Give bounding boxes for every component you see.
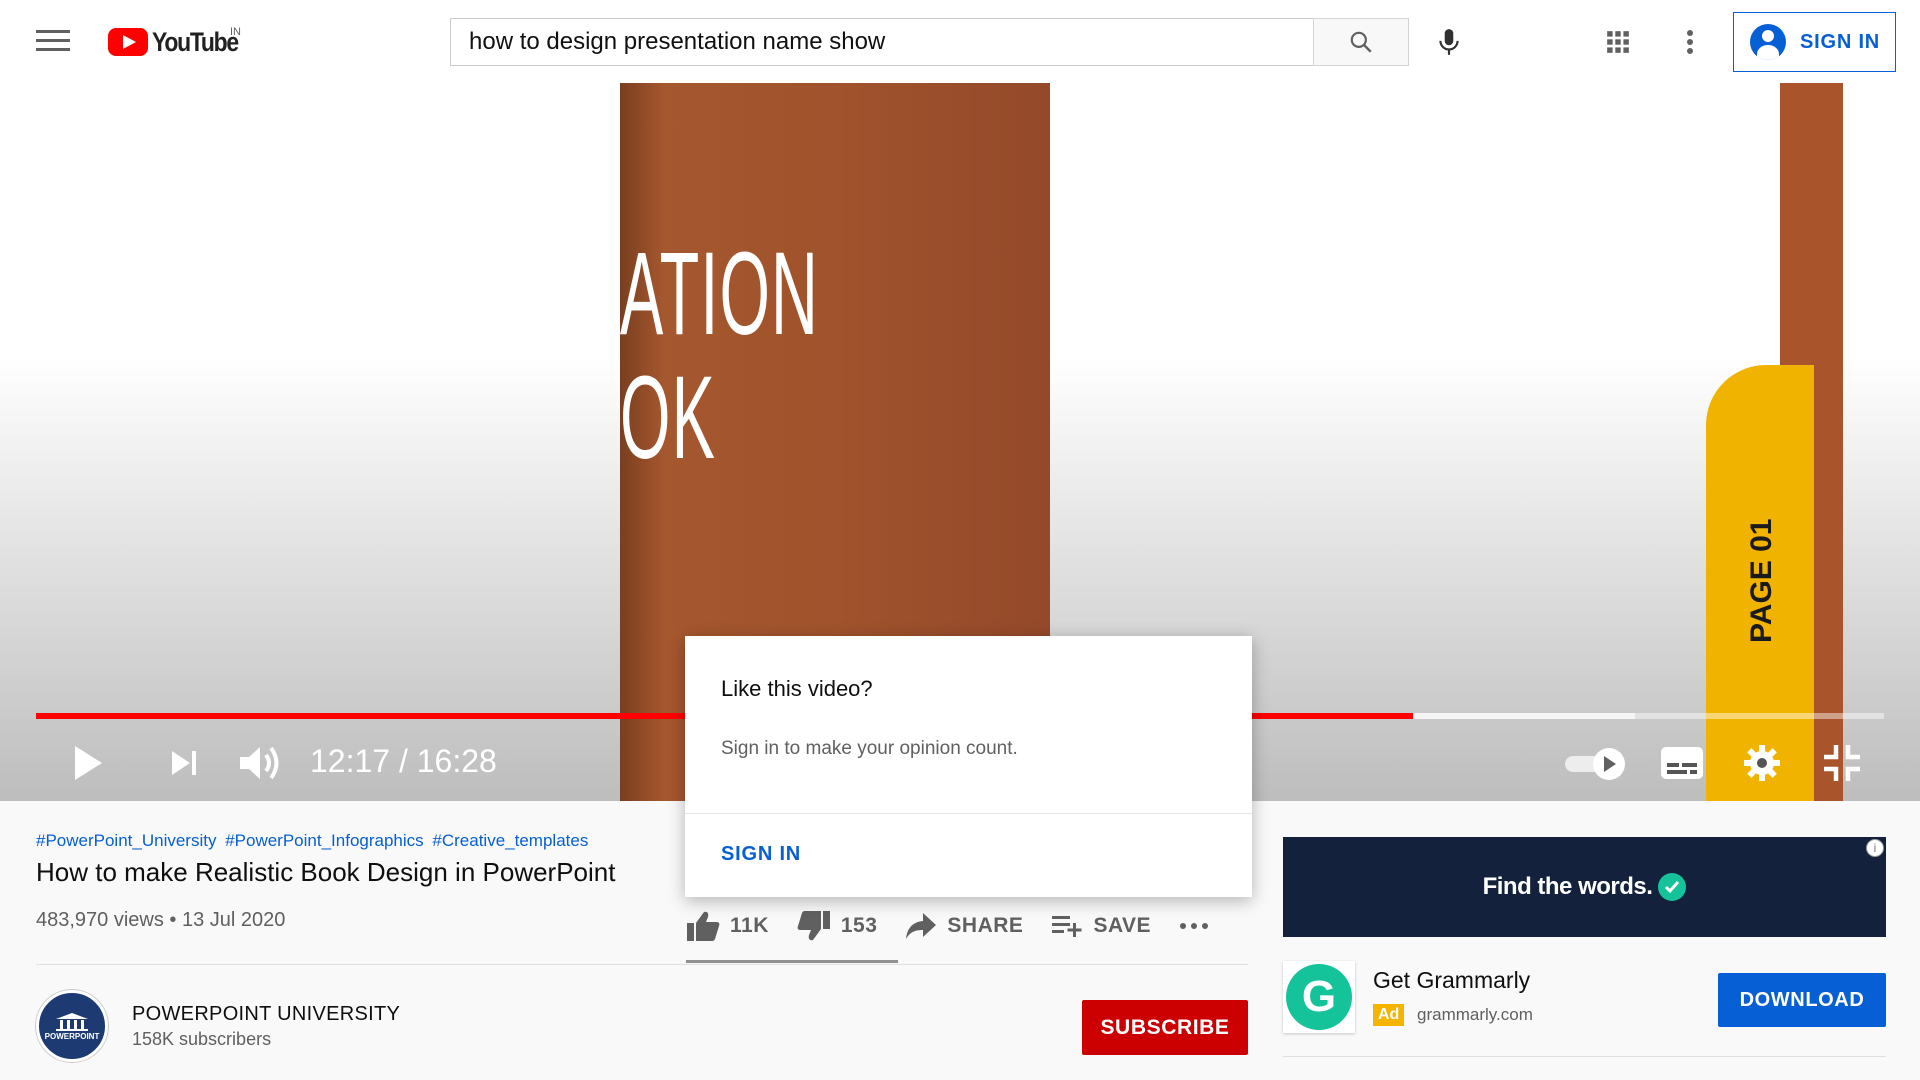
like-count: 11K [730,914,769,937]
exit-fullscreen-button[interactable] [1818,735,1866,791]
check-icon [1658,873,1687,901]
volume-icon [240,746,279,780]
video-meta: 483,970 views • 13 Jul 2020 [36,909,286,931]
header-signin-label: SIGN IN [1800,30,1881,53]
share-button[interactable]: SHARE [905,912,1023,940]
like-signin-popup: Like this video? Sign in to make your op… [685,636,1252,897]
sentiment-bar [686,960,898,963]
info-divider [36,964,1248,965]
popup-signin-button[interactable]: SIGN IN [721,843,801,866]
ad-banner[interactable]: Find the words. [1283,837,1886,937]
info-icon[interactable]: i [1866,839,1884,857]
popup-divider [685,813,1252,814]
download-button[interactable]: DOWNLOAD [1718,973,1886,1027]
thumb-up-icon [687,911,720,941]
save-label: SAVE [1093,914,1152,937]
video-frame-text-line1: ATION [620,228,819,360]
channel-avatar-text: POWERPOINT [44,1031,100,1041]
settings-button[interactable] [1738,735,1786,791]
logo-text: YouTube [152,26,239,57]
hashtag-link[interactable]: #PowerPoint_Infographics [225,831,423,850]
search-input[interactable]: how to design presentation name show [450,18,1314,66]
video-frame-text: ATION OK [620,228,819,484]
thumb-down-icon [797,911,830,941]
autoplay-toggle[interactable] [1562,735,1630,791]
captions-button[interactable] [1658,735,1706,791]
share-icon [906,913,937,939]
like-button[interactable]: 11K [686,910,769,942]
next-icon [172,751,196,775]
ad-badge: Ad [1373,1004,1405,1026]
captions-icon [1661,747,1703,779]
channel-name[interactable]: POWERPOINT UNIVERSITY [132,1003,400,1026]
channel-avatar[interactable]: POWERPOINT [36,990,108,1062]
playlist-add-icon [1052,916,1082,937]
header-signin-button[interactable]: SIGN IN [1733,12,1896,72]
time-display: 12:17 / 16:28 [310,743,497,779]
more-actions-button[interactable] [1179,922,1219,930]
country-code: IN [230,26,241,38]
popup-body: Sign in to make your opinion count. [721,738,1018,759]
share-label: SHARE [947,914,1024,937]
save-button[interactable]: SAVE [1051,913,1151,939]
ad-divider [1283,1056,1886,1057]
autoplay-toggle-icon [1565,748,1625,780]
more-horiz-icon [1180,923,1209,929]
menu-icon[interactable] [36,30,70,56]
grammarly-logo-icon: G [1286,964,1352,1030]
apps-button[interactable] [1600,24,1636,60]
settings-menu-button[interactable] [1672,24,1708,60]
more-vert-icon [1687,30,1693,54]
popup-title: Like this video? [721,676,873,701]
search-icon [1350,31,1372,53]
play-icon [75,746,102,780]
dislike-button[interactable]: 153 [797,910,878,942]
apps-icon [1607,31,1629,53]
video-title: How to make Realistic Book Design in Pow… [36,857,616,887]
hashtags: #PowerPoint_University #PowerPoint_Infog… [36,831,592,851]
ad-title[interactable]: Get Grammarly [1373,967,1530,994]
hashtag-link[interactable]: #PowerPoint_University [36,831,216,850]
video-actions: 11K 153 SHARE SAVE [686,900,1247,952]
ad-logo[interactable]: G [1283,961,1355,1033]
youtube-logo-icon [108,28,148,56]
exit-fullscreen-icon [1824,745,1860,781]
university-building-icon [56,1012,88,1031]
search-query: how to design presentation name show [469,28,886,55]
next-button[interactable] [160,735,208,791]
subscriber-count: 158K subscribers [132,1029,272,1049]
ad-domain: grammarly.com [1417,1005,1533,1024]
video-frame-tab-label: PAGE 01 [1745,518,1778,644]
subscribe-button[interactable]: SUBSCRIBE [1082,1000,1248,1055]
dislike-count: 153 [840,914,878,937]
play-button[interactable] [64,735,112,791]
mic-icon [1439,29,1459,55]
video-frame-text-line2: OK [620,351,716,484]
mute-button[interactable] [232,735,288,791]
voice-search-button[interactable] [1425,18,1473,66]
search-button[interactable] [1313,18,1409,66]
masthead: YouTube IN how to design presentation na… [0,0,1920,83]
settings-icon [1744,745,1780,781]
account-icon [1750,24,1786,60]
hashtag-link[interactable]: #Creative_templates [432,831,588,850]
ad-banner-text: Find the words. [1482,873,1653,900]
